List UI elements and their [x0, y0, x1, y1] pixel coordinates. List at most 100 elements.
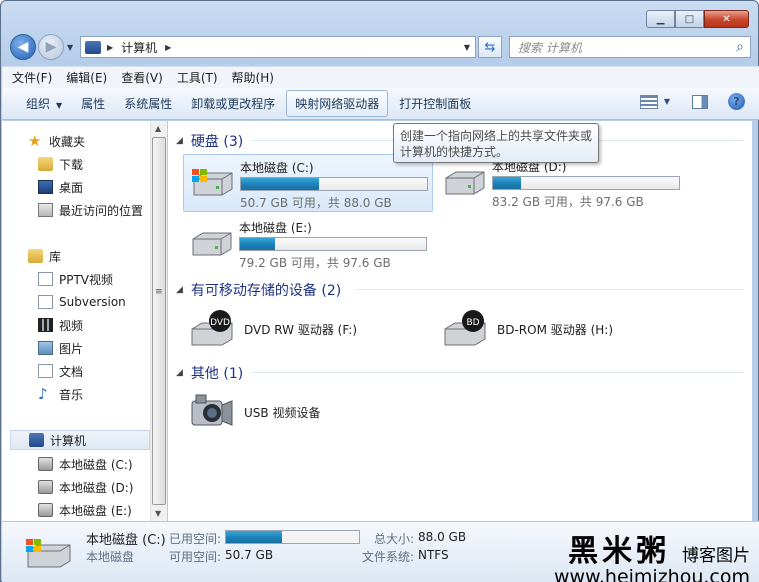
change-view-icon[interactable]: [639, 94, 658, 109]
scroll-up-icon[interactable]: ▲: [155, 124, 161, 133]
uninstall-program-button[interactable]: 卸载或更改程序: [183, 91, 283, 116]
details-usage-fill: [226, 531, 282, 543]
collapse-icon[interactable]: ◢: [176, 136, 183, 146]
forward-button[interactable]: ▶: [38, 34, 64, 60]
sidebar-label: 桌面: [59, 180, 84, 195]
collapse-icon[interactable]: ◢: [176, 368, 183, 378]
device-usb-camera[interactable]: USB 视频设备: [188, 388, 320, 436]
explorer-window: ▁ □ ✕ ◀ ▶ ▼ ▶ 计算机 ▶ ▼ ⇆ 搜索 计算机 ⌕ 文件(F) 编…: [0, 0, 759, 582]
sidebar-item-drive-e[interactable]: 本地磁盘 (E:): [38, 500, 132, 520]
preview-pane-icon[interactable]: [692, 94, 708, 109]
chevron-right-icon[interactable]: ▶: [165, 43, 171, 52]
device-dvd-drive[interactable]: DVD DVD RW 驱动器 (F:): [188, 305, 357, 353]
menu-view[interactable]: 查看(V): [121, 69, 163, 86]
search-input[interactable]: 搜索 计算机 ⌕: [509, 36, 751, 58]
sidebar-item-libraries[interactable]: 库: [28, 246, 61, 266]
map-network-drive-button[interactable]: 映射网络驱动器: [286, 90, 389, 117]
free-space-value: 50.7 GB: [225, 548, 274, 562]
group-header-hard-disks[interactable]: ◢ 硬盘 (3): [176, 131, 243, 151]
minimize-button[interactable]: ▁: [646, 10, 675, 28]
sidebar-label: 库: [49, 249, 62, 264]
group-header-removable[interactable]: ◢ 有可移动存储的设备 (2): [176, 280, 341, 300]
hard-drive-icon: [445, 171, 485, 195]
chevron-right-icon[interactable]: ▶: [107, 43, 113, 52]
sidebar-item-videos[interactable]: 视频: [38, 315, 83, 335]
drive-usage-fill: [241, 178, 320, 190]
tooltip-line: 计算机的快捷方式。: [400, 145, 509, 159]
sidebar-item-pictures[interactable]: 图片: [38, 338, 83, 358]
sidebar-item-documents[interactable]: 文档: [38, 361, 83, 381]
group-header-other[interactable]: ◢ 其他 (1): [176, 363, 243, 383]
sidebar-item-subversion[interactable]: Subversion: [38, 292, 126, 312]
chevron-down-icon[interactable]: ▼: [664, 97, 670, 106]
file-system-value: NTFS: [418, 548, 449, 562]
system-drive-icon: [192, 169, 233, 196]
breadcrumb-computer[interactable]: 计算机: [121, 39, 157, 56]
watermark-logo: 黑米粥: [568, 534, 671, 569]
sidebar-label: 下载: [59, 157, 84, 172]
open-control-panel-button[interactable]: 打开控制面板: [391, 91, 479, 116]
computer-icon: [29, 433, 44, 447]
navigation-scrollbar[interactable]: ▲ ≡ ▼: [150, 121, 167, 521]
sidebar-item-computer[interactable]: 计算机: [10, 430, 150, 450]
drive-tile-e[interactable]: 本地磁盘 (E:) 79.2 GB 可用，共 97.6 GB: [183, 215, 433, 273]
scrollbar-thumb[interactable]: [152, 137, 166, 505]
sidebar-label: 收藏夹: [49, 134, 86, 149]
sidebar-item-recent-places[interactable]: 最近访问的位置: [38, 200, 143, 220]
file-system-label: 文件系统:: [362, 550, 415, 564]
history-dropdown-icon[interactable]: ▼: [67, 43, 73, 52]
dvd-drive-icon: DVD: [191, 310, 233, 346]
drive-name: 本地磁盘 (E:): [239, 221, 312, 235]
drive-usage-bar: [240, 177, 428, 191]
details-drive-name: 本地磁盘 (C:): [86, 533, 166, 548]
sidebar-label: 音乐: [59, 387, 84, 402]
maximize-button[interactable]: □: [675, 10, 704, 28]
document-library-icon: [38, 272, 53, 286]
sidebar-label: 本地磁盘 (C:): [59, 457, 133, 472]
grip-icon: ≡: [155, 287, 163, 297]
organize-label: 组织: [26, 97, 51, 111]
drive-usage-fill: [493, 177, 521, 189]
details-drive-type: 本地磁盘: [86, 550, 135, 564]
sidebar-label: 计算机: [50, 433, 87, 448]
system-drive-icon: [26, 539, 71, 568]
close-button[interactable]: ✕: [704, 10, 749, 28]
organize-button[interactable]: 组织 ▼: [18, 91, 70, 116]
menu-edit[interactable]: 编辑(E): [66, 69, 107, 86]
computer-icon: [85, 40, 101, 54]
system-properties-button[interactable]: 系统属性: [116, 91, 180, 116]
group-title: 硬盘 (3): [190, 134, 244, 150]
sidebar-item-pptv[interactable]: PPTV视频: [38, 269, 113, 289]
sidebar-item-drive-d[interactable]: 本地磁盘 (D:): [38, 477, 133, 497]
chevron-down-icon: ▼: [56, 101, 63, 110]
picture-icon: [38, 341, 53, 355]
sidebar-item-desktop[interactable]: 桌面: [38, 177, 83, 197]
help-icon[interactable]: ?: [728, 93, 745, 110]
collapse-icon[interactable]: ◢: [176, 285, 183, 295]
refresh-button[interactable]: ⇆: [478, 36, 502, 58]
device-bd-drive[interactable]: BD BD-ROM 驱动器 (H:): [441, 305, 613, 353]
downloads-folder-icon: [38, 157, 53, 171]
scroll-down-icon[interactable]: ▼: [155, 509, 161, 518]
address-bar[interactable]: ▶ 计算机 ▶ ▼: [80, 36, 476, 58]
search-icon[interactable]: ⌕: [736, 39, 744, 55]
menu-tools[interactable]: 工具(T): [177, 69, 218, 86]
sidebar-item-downloads[interactable]: 下载: [38, 154, 83, 174]
menu-file[interactable]: 文件(F): [12, 69, 52, 86]
address-dropdown-icon[interactable]: ▼: [464, 43, 470, 52]
drive-usage-bar: [239, 237, 427, 251]
sidebar-item-drive-c[interactable]: 本地磁盘 (C:): [38, 454, 133, 474]
watermark: 黑米粥 博客图片 www.heimizhou.com: [554, 526, 750, 582]
sidebar-item-music[interactable]: ♪ 音乐: [38, 384, 83, 404]
properties-button[interactable]: 属性: [73, 91, 113, 116]
device-name: USB 视频设备: [244, 405, 321, 420]
back-button[interactable]: ◀: [10, 34, 36, 60]
total-size-value: 88.0 GB: [418, 530, 467, 544]
menu-help[interactable]: 帮助(H): [232, 69, 274, 86]
video-camera-icon: [191, 394, 233, 426]
sidebar-label: 视频: [59, 318, 84, 333]
sidebar-item-favorites[interactable]: ★ 收藏夹: [28, 131, 85, 151]
system-drive-icon: [38, 457, 53, 471]
group-divider: [356, 289, 744, 290]
music-note-icon: ♪: [38, 385, 48, 403]
